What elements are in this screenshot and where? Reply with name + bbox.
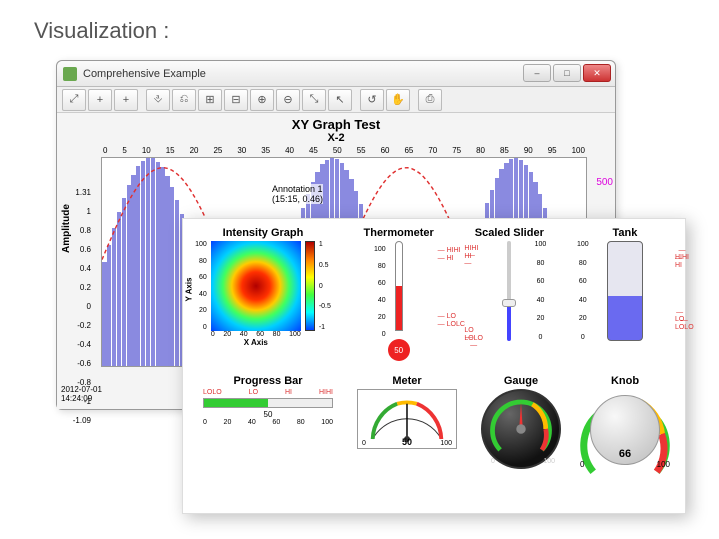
tool-unstack-icon[interactable]: ⊟ xyxy=(224,89,248,111)
thermo-tube xyxy=(395,241,403,331)
gauge-tick-max: 100 xyxy=(543,458,555,465)
tank-body-rect xyxy=(607,241,643,341)
knob-value: 66 xyxy=(619,448,631,460)
intensity-xlabel: X Axis xyxy=(211,338,301,347)
tool-undo-icon[interactable]: ↺ xyxy=(360,89,384,111)
tool-pan-icon[interactable]: ✋ xyxy=(386,89,410,111)
knob-dial[interactable]: 66 xyxy=(590,395,660,465)
meter-tick-max: 100 xyxy=(440,440,452,447)
knob: Knob 66 0 100 xyxy=(575,375,675,465)
heatmap[interactable] xyxy=(211,241,301,331)
slider-title: Scaled Slider xyxy=(464,227,554,239)
thermo-title: Thermometer xyxy=(354,227,444,239)
tool-zoom-y-icon[interactable]: + xyxy=(114,89,138,111)
meter-face: 50 0 100 xyxy=(357,389,457,449)
page-heading: Visualization : xyxy=(34,18,169,44)
slider-track[interactable] xyxy=(507,241,511,341)
scaled-slider: Scaled Slider HIHI —HI — LO —LOLO — 1008… xyxy=(464,227,554,361)
chart-title: XY Graph Test xyxy=(65,117,607,132)
tank-ticks: 100806040200 xyxy=(577,241,589,341)
titlebar[interactable]: Comprehensive Example – □ ✕ xyxy=(57,61,615,87)
knob-tick-max: 100 xyxy=(657,460,670,469)
gauge: Gauge 0 100 xyxy=(471,375,571,469)
meter-tick-min: 0 xyxy=(362,440,366,447)
widgets-panel: Intensity Graph 100806040200 02040608010… xyxy=(182,218,686,514)
tool-zoom-out-icon[interactable]: ⊖ xyxy=(276,89,300,111)
tool-zoom-x-icon[interactable]: + xyxy=(88,89,112,111)
app-icon xyxy=(63,67,77,81)
tool-stack-icon[interactable]: ⊞ xyxy=(198,89,222,111)
x-top-ticks: 0510152025303540455055606570758085909510… xyxy=(101,146,587,155)
gauge-face: 0 100 xyxy=(481,389,561,469)
tool-add-annotation-icon[interactable]: ⎀ xyxy=(146,89,170,111)
window-title: Comprehensive Example xyxy=(83,68,206,80)
progress-alarm-labels: LOLOLOHIHIHI xyxy=(203,389,333,396)
tool-pointer-icon[interactable]: ↖ xyxy=(328,89,352,111)
thermo-ticks: 100806040200 xyxy=(364,241,386,343)
intensity-title: Intensity Graph xyxy=(193,227,333,239)
thermometer: Thermometer 100806040200 50 — HIHI— HI —… xyxy=(354,227,444,361)
progress-ticks: 020406080100 xyxy=(203,419,333,426)
meter: Meter 50 0 100 xyxy=(347,375,467,449)
colorbar-ticks: 10.50-0.5-1 xyxy=(319,241,331,331)
intensity-ylabel: Y Axis xyxy=(185,277,194,301)
intensity-graph: Intensity Graph 100806040200 02040608010… xyxy=(193,227,333,361)
chart-subtitle: X-2 xyxy=(65,132,607,144)
minimize-button[interactable]: – xyxy=(523,64,551,82)
thermo-bulb: 50 xyxy=(388,339,410,361)
progress-value: 50 xyxy=(193,410,343,419)
tool-remove-annotation-icon[interactable]: ⎌ xyxy=(172,89,196,111)
tank-title: Tank xyxy=(575,227,675,239)
progress-bar: Progress Bar LOLOLOHIHIHI 50 02040608010… xyxy=(193,375,343,426)
y2-ticks: 500 xyxy=(596,177,613,188)
progress-track xyxy=(203,398,333,408)
knob-title: Knob xyxy=(575,375,675,387)
timestamp: 2012-07-01 14:24:09 xyxy=(61,385,102,403)
tool-zoom-in-icon[interactable]: ⊕ xyxy=(250,89,274,111)
slider-thumb[interactable] xyxy=(502,299,516,307)
tank: Tank 100806040200 — HIHI— HI — LO— LOLO xyxy=(575,227,675,361)
slider-ticks: 100806040200 xyxy=(535,241,547,341)
close-button[interactable]: ✕ xyxy=(583,64,611,82)
tool-autoscale-icon[interactable]: ⤢ xyxy=(62,89,86,111)
gauge-title: Gauge xyxy=(471,375,571,387)
thermo-fill xyxy=(396,286,402,330)
meter-title: Meter xyxy=(347,375,467,387)
maximize-button[interactable]: □ xyxy=(553,64,581,82)
tool-rubber-icon[interactable]: ⤡ xyxy=(302,89,326,111)
colorbar xyxy=(305,241,315,331)
annotation: Annotation 1 (15:15, 0.46) xyxy=(272,184,323,204)
intensity-y-ticks: 100806040200 xyxy=(195,241,207,331)
progress-title: Progress Bar xyxy=(193,375,343,387)
tool-snapshot-icon[interactable]: ⎙ xyxy=(418,89,442,111)
gauge-tick-min: 0 xyxy=(491,458,495,465)
toolbar: ⤢ + + ⎀ ⎌ ⊞ ⊟ ⊕ ⊖ ⤡ ↖ ↺ ✋ ⎙ xyxy=(57,87,615,113)
knob-tick-min: 0 xyxy=(580,460,584,469)
intensity-x-ticks: 020406080100 xyxy=(211,331,301,338)
